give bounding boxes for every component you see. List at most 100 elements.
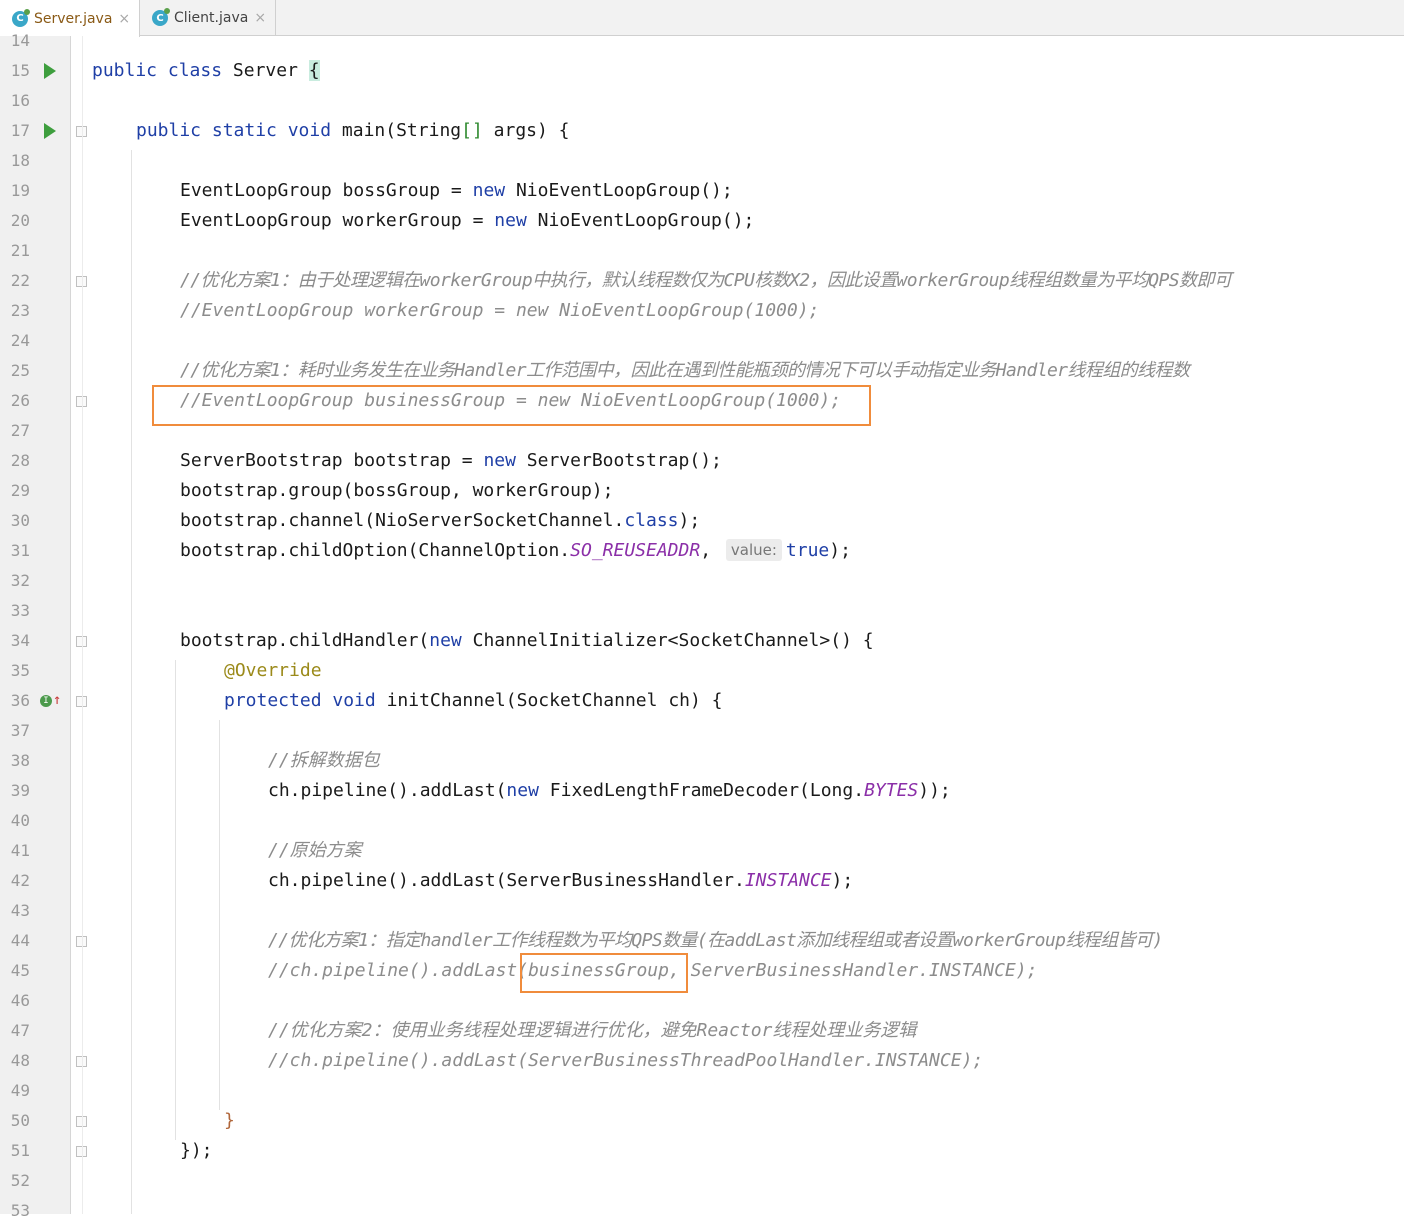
keyword: class [624,510,679,531]
line-number: 43 [10,901,30,920]
code-line-35[interactable]: @Override [224,656,322,686]
run-main-icon[interactable] [44,123,56,139]
tab-client-java[interactable]: C Client.java × [140,0,276,36]
code-text: , [700,540,722,561]
code-text: initChannel(SocketChannel ch) { [386,690,723,711]
code-text: ); [678,510,701,531]
line-number: 15 [10,61,30,80]
code-line-20[interactable]: EventLoopGroup workerGroup = new NioEven… [180,206,754,236]
method-signature: main(String [341,120,462,141]
highlight-box-business-group-argument [520,953,688,993]
implements-method-icon[interactable]: I [40,695,52,707]
indent-guide [131,150,132,1214]
keyword: new [483,450,527,471]
code-text: EventLoopGroup workerGroup = [180,210,495,231]
code-line-41[interactable]: //原始方案 [268,836,362,866]
code-line-29[interactable]: bootstrap.group(bossGroup, workerGroup); [180,476,613,506]
line-number: 49 [10,1081,30,1100]
line-number: 14 [10,31,30,50]
line-number: 29 [10,481,30,500]
code-text: bootstrap.childHandler( [180,630,430,651]
line-number: 34 [10,631,30,650]
line-number: 50 [10,1111,30,1130]
keyword: public class [92,60,233,81]
keyword: new [472,180,516,201]
keyword: new [506,780,550,801]
line-number: 47 [10,1021,30,1040]
run-class-icon[interactable] [44,63,56,79]
java-class-icon: C [12,8,30,27]
code-text: NioEventLoopGroup [515,180,701,201]
code-text: ch.pipeline().addLast(ServerBusinessHand… [268,870,745,891]
line-number: 23 [10,301,30,320]
code-text: )); [918,780,951,801]
class-name: Server [232,60,309,81]
keyword: new [494,210,538,231]
line-number: 37 [10,721,30,740]
line-number: 38 [10,751,30,770]
line-number: 40 [10,811,30,830]
line-number: 21 [10,241,30,260]
code-line-50[interactable]: } [224,1106,235,1136]
line-number: 39 [10,781,30,800]
code-text: ch.pipeline().addLast( [268,780,507,801]
static-field: INSTANCE [744,870,832,891]
static-field: SO_REUSEADDR [570,540,701,561]
code-line-36[interactable]: protected void initChannel(SocketChannel… [224,686,723,716]
code-text: ChannelInitializer<SocketChannel>() { [472,630,874,651]
code-line-39[interactable]: ch.pipeline().addLast(new FixedLengthFra… [268,776,951,806]
indent-guide [175,660,176,1140]
close-icon[interactable]: × [254,10,266,26]
override-up-arrow-icon[interactable]: ↑ [53,693,61,707]
indent-guide [219,720,220,1110]
highlight-box-business-group-declaration [152,385,871,426]
code-text: NioEventLoopGroup [537,210,722,231]
code-line-47[interactable]: //优化方案2：使用业务线程处理逻辑进行优化，避免Reactor线程处理业务逻辑 [268,1016,916,1046]
line-number: 16 [10,91,30,110]
code-line-28[interactable]: ServerBootstrap bootstrap = new ServerBo… [180,446,722,476]
code-line-15[interactable]: public class Server { [92,56,320,86]
line-number: 27 [10,421,30,440]
parameter-hint: value: [725,539,782,561]
tab-label: Server.java [34,10,113,27]
gutter-separator [70,36,71,1214]
line-number: 22 [10,271,30,290]
code-line-42[interactable]: ch.pipeline().addLast(ServerBusinessHand… [268,866,853,896]
code-text: ); [831,870,854,891]
code-text: ServerBootstrap [526,450,690,471]
line-number: 26 [10,391,30,410]
code-line-31[interactable]: bootstrap.childOption(ChannelOption.SO_R… [180,536,851,566]
code-line-34[interactable]: bootstrap.childHandler(new ChannelInitia… [180,626,874,656]
line-number: 46 [10,991,30,1010]
code-line-38[interactable]: //拆解数据包 [268,746,380,776]
code-line-19[interactable]: EventLoopGroup bossGroup = new NioEventL… [180,176,733,206]
static-field: BYTES [864,780,919,801]
params: args) { [482,120,570,141]
close-icon[interactable]: × [118,11,130,27]
line-number: 41 [10,841,30,860]
code-line-22[interactable]: //优化方案1：由于处理逻辑在workerGroup中执行，默认线程数仅为CPU… [180,266,1232,296]
tab-label: Client.java [174,10,249,26]
code-text: (); [700,180,733,201]
line-number: 33 [10,601,30,620]
code-line-44[interactable]: //优化方案1：指定handler工作线程数为平均QPS数量(在addLast添… [268,926,1163,956]
array-brackets: [] [461,120,483,141]
line-number: 31 [10,541,30,560]
code-text: (); [689,450,722,471]
code-text: ); [829,540,851,561]
line-number: 24 [10,331,30,350]
matched-brace: { [308,60,320,81]
keyword: true [785,540,830,561]
keyword: protected void [224,690,387,711]
code-line-51[interactable]: }); [180,1136,213,1166]
code-line-23[interactable]: //EventLoopGroup workerGroup = new NioEv… [180,296,819,326]
code-line-17[interactable]: public static void main(String[] args) { [136,116,570,146]
code-line-25[interactable]: //优化方案1：耗时业务发生在业务Handler工作范围中，因此在遇到性能瓶颈的… [180,356,1190,386]
line-number: 51 [10,1141,30,1160]
code-line-30[interactable]: bootstrap.channel(NioServerSocketChannel… [180,506,700,536]
editor-tab-bar: C Server.java × C Client.java × [0,0,1404,37]
code-line-48[interactable]: //ch.pipeline().addLast(ServerBusinessTh… [268,1046,983,1076]
code-text: EventLoopGroup bossGroup = [180,180,473,201]
line-number: 35 [10,661,30,680]
keyword: new [429,630,473,651]
